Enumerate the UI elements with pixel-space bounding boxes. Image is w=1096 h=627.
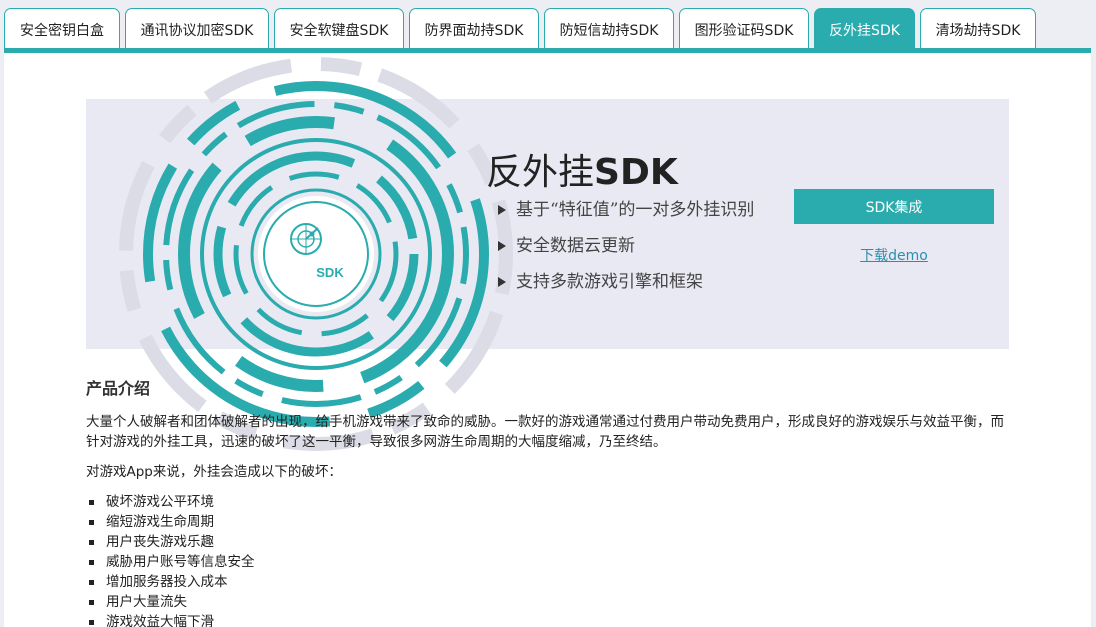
intro-lead: 对游戏App来说，外挂会造成以下的破坏：: [86, 464, 342, 480]
feature-item: 支持多款游戏引擎和框架: [498, 269, 754, 305]
tab-captcha[interactable]: 图形验证码SDK: [679, 8, 809, 50]
tab-anti-cheat[interactable]: 反外挂SDK: [814, 8, 915, 50]
tab-clear-hijack[interactable]: 清场劫持SDK: [920, 8, 1036, 50]
list-item: 用户大量流失: [86, 592, 1006, 612]
list-item: 增加服务器投入成本: [86, 572, 1006, 592]
intro-paragraph: 大量个人破解者和团体破解者的出现，给手机游戏带来了致命的威胁。一款好的游戏通常通…: [86, 414, 1004, 450]
sdk-logo-text: SDK: [316, 265, 344, 280]
download-demo-link[interactable]: 下载demo: [794, 245, 994, 265]
tab-anti-ui-hijack[interactable]: 防界面劫持SDK: [409, 8, 539, 50]
feature-item: 安全数据云更新: [498, 233, 754, 269]
product-banner: SDK 反外挂SDK 基于“特征值”的一对多外挂识别 安全数据云更新 支持多款游…: [86, 57, 1009, 451]
list-item: 用户丧失游戏乐趣: [86, 532, 1006, 552]
damage-list: 破坏游戏公平环境 缩短游戏生命周期 用户丧失游戏乐趣 威胁用户账号等信息安全 增…: [86, 492, 1006, 627]
list-item: 游戏效益大幅下滑: [86, 612, 1006, 627]
section-heading: 产品介绍: [86, 379, 151, 398]
list-item: 破坏游戏公平环境: [86, 492, 1006, 512]
list-item: 缩短游戏生命周期: [86, 512, 1006, 532]
tab-secure-keyboard[interactable]: 安全软键盘SDK: [274, 8, 404, 50]
tab-content: SDK 反外挂SDK 基于“特征值”的一对多外挂识别 安全数据云更新 支持多款游…: [4, 53, 1091, 627]
product-intro: 产品介绍 大量个人破解者和团体破解者的出现，给手机游戏带来了致命的威胁。一款好的…: [86, 375, 1006, 627]
product-tabs: 安全密钥白盒 通讯协议加密SDK 安全软键盘SDK 防界面劫持SDK 防短信劫持…: [4, 8, 1091, 50]
sdk-integration-button[interactable]: SDK集成: [794, 189, 994, 224]
page-title: 反外挂SDK: [486, 152, 678, 193]
tab-key-whitebox[interactable]: 安全密钥白盒: [4, 8, 120, 50]
radar-icon: [290, 223, 322, 255]
tab-protocol-encryption[interactable]: 通讯协议加密SDK: [125, 8, 269, 50]
tab-anti-sms-hijack[interactable]: 防短信劫持SDK: [544, 8, 674, 50]
feature-list: 基于“特征值”的一对多外挂识别 安全数据云更新 支持多款游戏引擎和框架: [498, 197, 754, 305]
list-item: 威胁用户账号等信息安全: [86, 552, 1006, 572]
feature-item: 基于“特征值”的一对多外挂识别: [498, 197, 754, 233]
